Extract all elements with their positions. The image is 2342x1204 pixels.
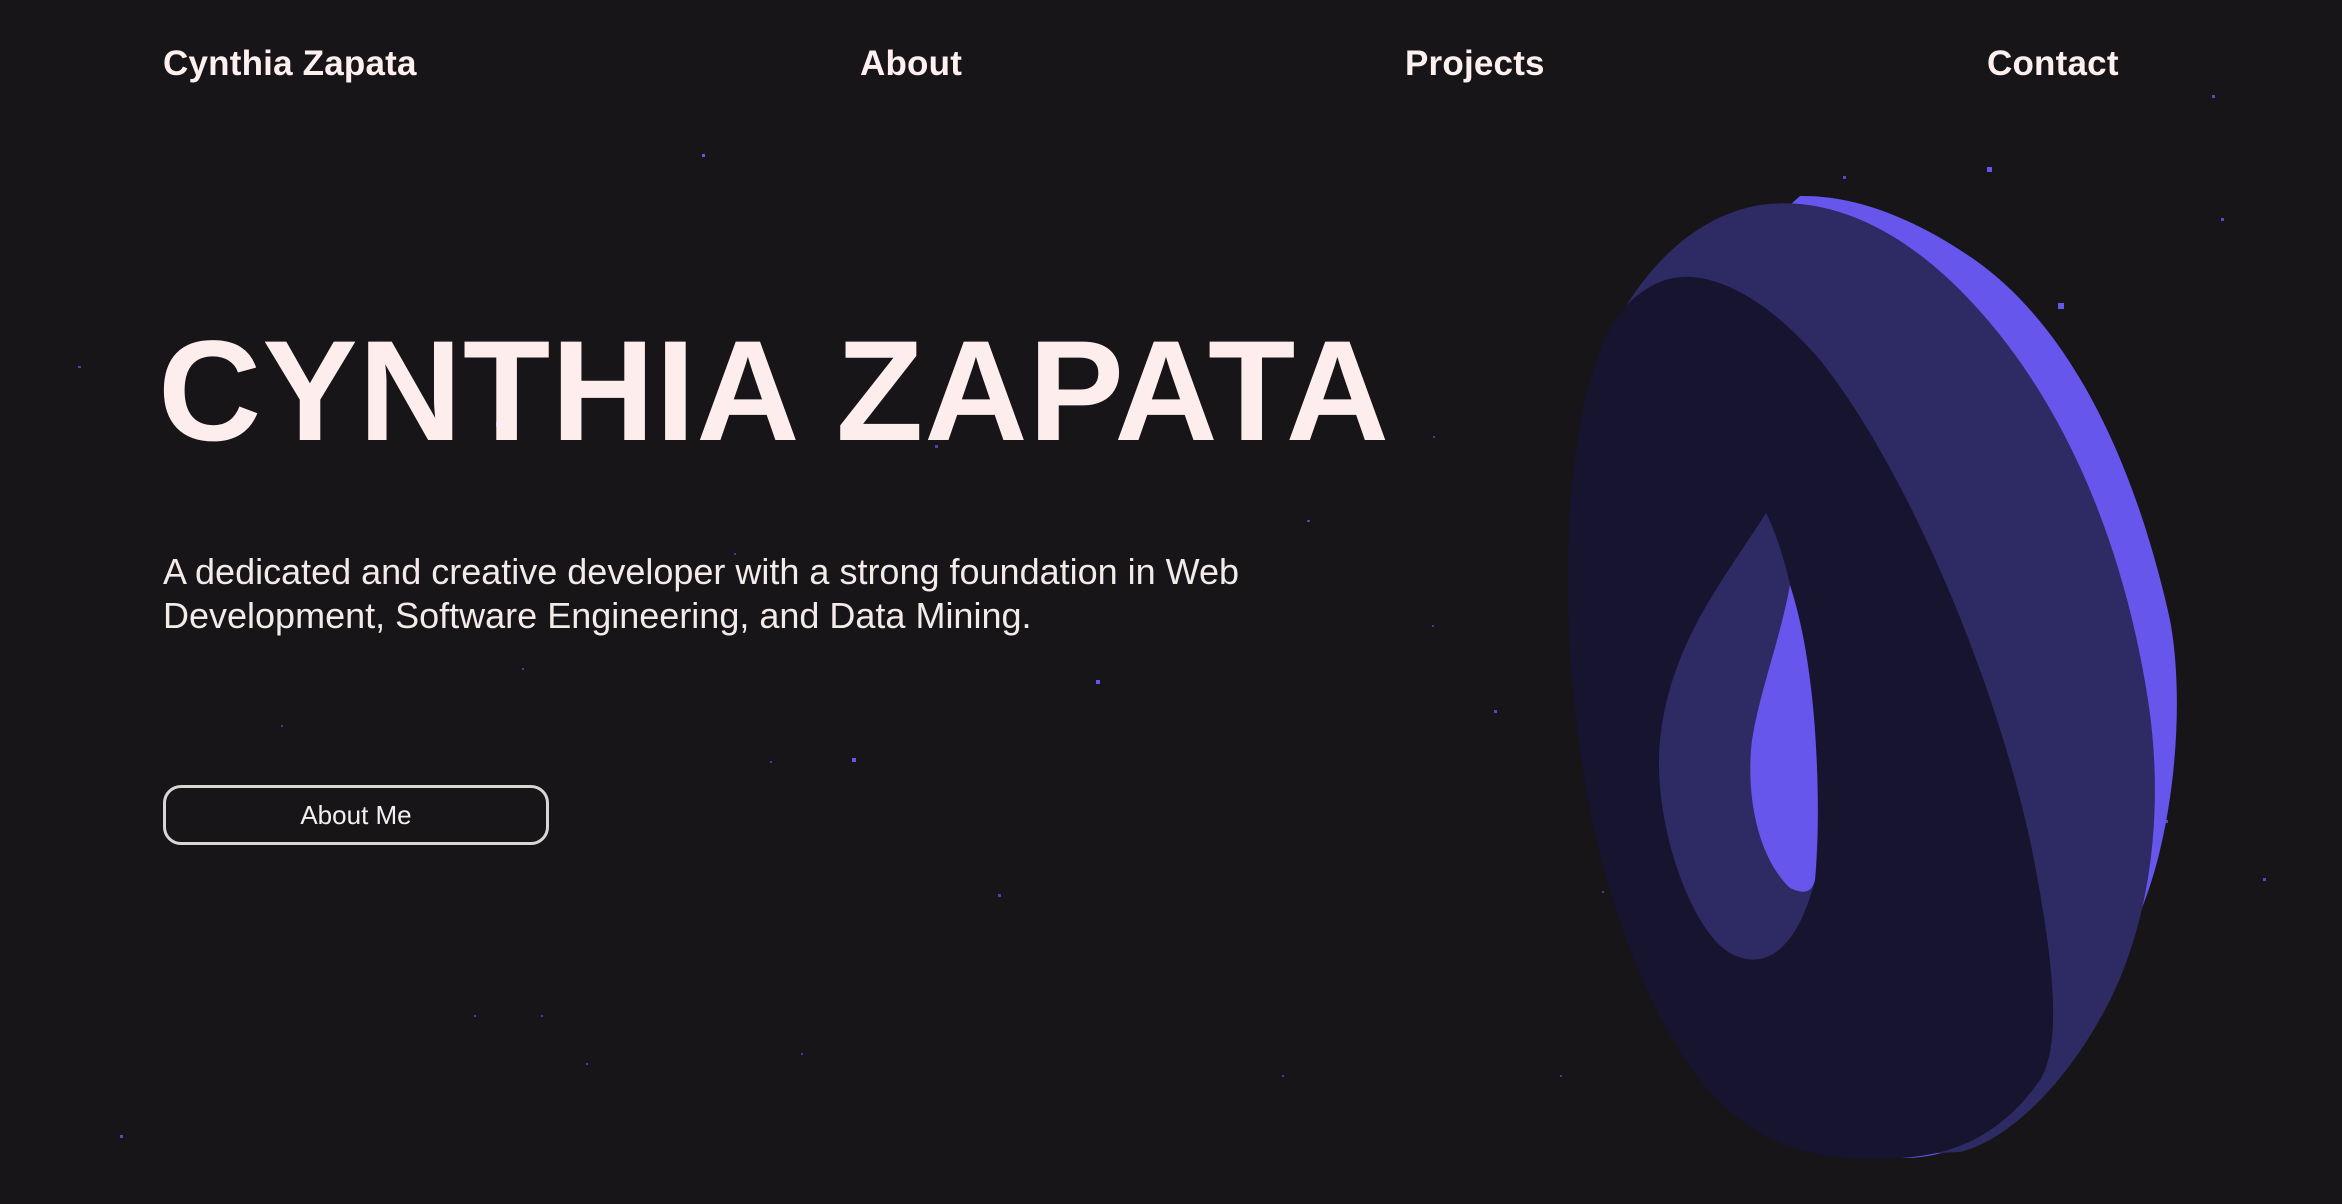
nav-contact-link[interactable]: Contact — [1987, 44, 2119, 84]
top-navigation: Cynthia Zapata About Projects Contact — [0, 0, 2342, 130]
hero-description: A dedicated and creative developer with … — [163, 551, 1240, 636]
about-me-button[interactable]: About Me — [163, 785, 549, 845]
hero-title: CYNTHIA ZAPATA — [158, 312, 1391, 471]
nav-brand-link[interactable]: Cynthia Zapata — [163, 44, 417, 84]
nav-projects-link[interactable]: Projects — [1405, 44, 1545, 84]
nav-about-link[interactable]: About — [860, 44, 962, 84]
